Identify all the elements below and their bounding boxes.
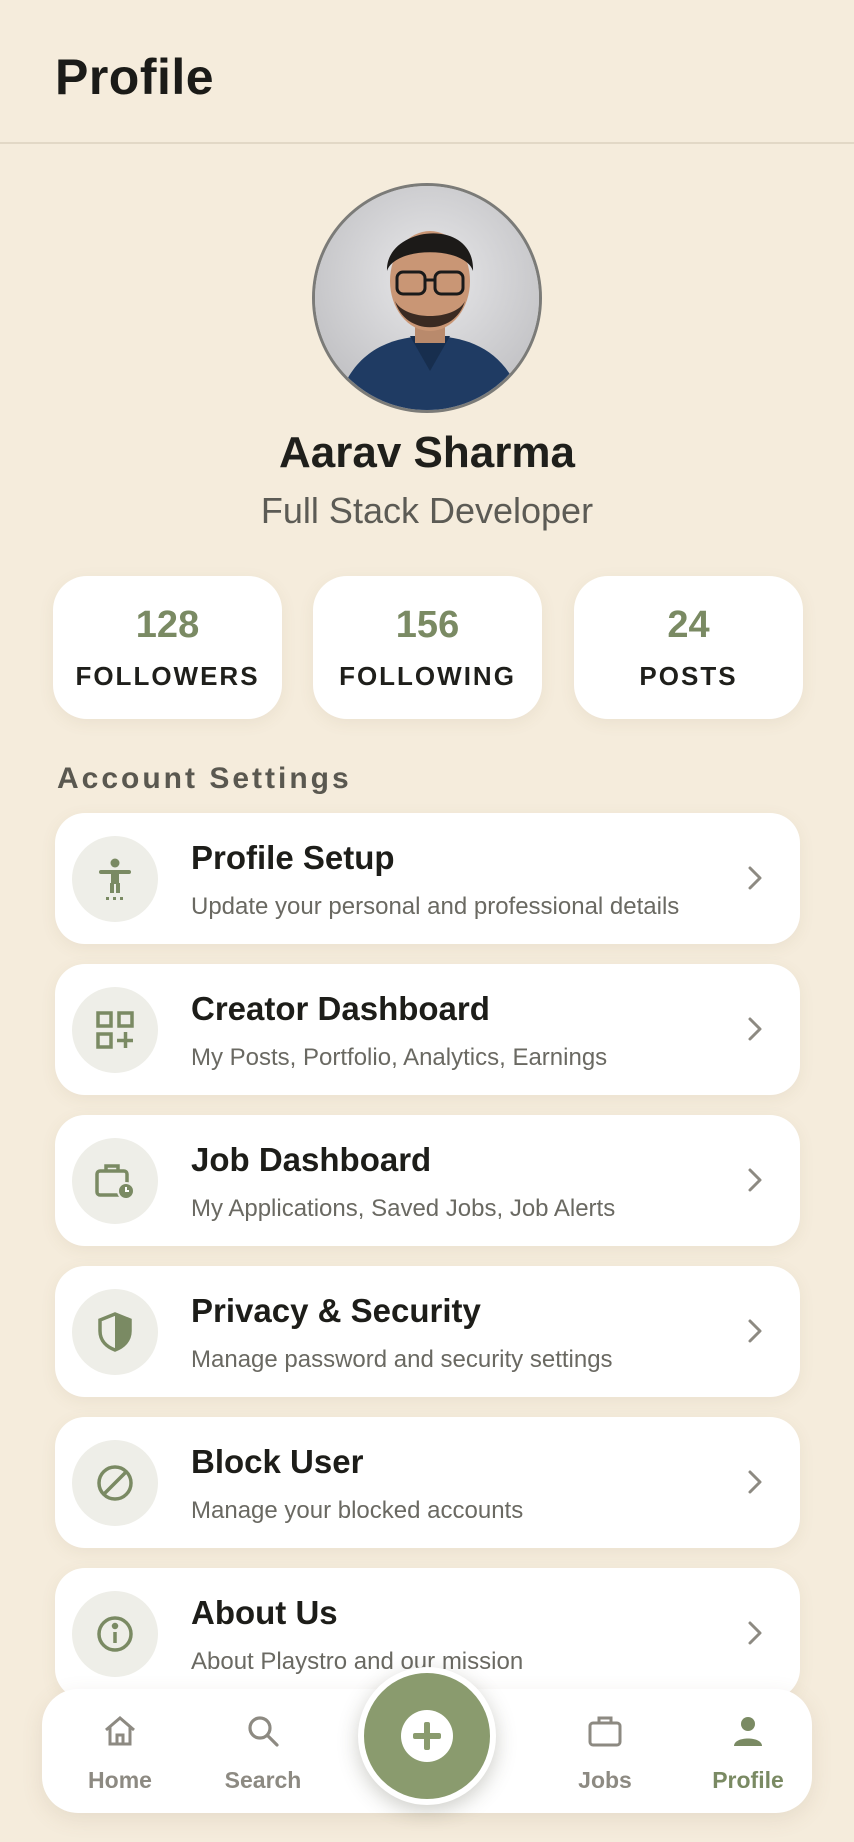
nav-item-home[interactable]: Home xyxy=(55,1689,185,1813)
settings-item-subtitle: My Posts, Portfolio, Analytics, Earnings xyxy=(191,1044,608,1071)
settings-item-subtitle: About Playstro and our mission xyxy=(191,1648,524,1675)
briefcase-clock-icon xyxy=(72,1138,158,1224)
app-header: Profile xyxy=(0,0,854,144)
block-icon xyxy=(72,1440,158,1526)
nav-label: Home xyxy=(88,1767,152,1793)
settings-item-privacy-security[interactable]: Privacy & Security Manage password and s… xyxy=(55,1266,800,1397)
settings-item-subtitle: Manage your blocked accounts xyxy=(191,1497,524,1524)
home-icon xyxy=(105,1716,135,1746)
chevron-right-icon xyxy=(748,1017,762,1041)
settings-item-title: Privacy & Security xyxy=(191,1292,481,1329)
nav-label: Search xyxy=(224,1767,302,1793)
settings-item-profile-setup[interactable]: Profile Setup Update your personal and p… xyxy=(55,813,800,944)
shield-icon xyxy=(72,1289,158,1375)
settings-item-title: Profile Setup xyxy=(191,839,395,876)
chevron-right-icon xyxy=(748,866,762,890)
chevron-right-icon xyxy=(748,1621,762,1645)
plus-icon xyxy=(401,1710,453,1762)
nav-label: Profile xyxy=(712,1767,784,1793)
briefcase-icon xyxy=(588,1716,622,1747)
followers-label: FOLLOWERS xyxy=(75,661,260,691)
nav-item-jobs[interactable]: Jobs xyxy=(540,1689,670,1813)
posts-stat[interactable]: 24 POSTS xyxy=(574,576,803,719)
following-stat[interactable]: 156 FOLLOWING xyxy=(313,576,542,719)
settings-item-creator-dashboard[interactable]: Creator Dashboard My Posts, Portfolio, A… xyxy=(55,964,800,1095)
settings-item-title: Job Dashboard xyxy=(191,1141,432,1178)
settings-item-title: Creator Dashboard xyxy=(191,990,490,1027)
profile-role: Full Stack Developer xyxy=(260,490,594,531)
settings-item-block-user[interactable]: Block User Manage your blocked accounts xyxy=(55,1417,800,1548)
settings-item-title: About Us xyxy=(191,1594,338,1631)
settings-item-subtitle: Manage password and security settings xyxy=(191,1346,613,1373)
followers-count: 128 xyxy=(135,604,200,646)
search-icon xyxy=(248,1716,279,1747)
chevron-right-icon xyxy=(748,1470,762,1494)
info-icon xyxy=(72,1591,158,1677)
profile-name: Aarav Sharma xyxy=(279,428,575,477)
avatar[interactable] xyxy=(312,183,542,413)
person-icon xyxy=(734,1717,762,1746)
nav-item-search[interactable]: Search xyxy=(198,1689,328,1813)
settings-item-subtitle: Update your personal and professional de… xyxy=(191,893,680,920)
dashboard-grid-icon xyxy=(72,987,158,1073)
chevron-right-icon xyxy=(748,1168,762,1192)
settings-item-subtitle: My Applications, Saved Jobs, Job Alerts xyxy=(191,1195,616,1222)
posts-count: 24 xyxy=(667,604,710,646)
chevron-right-icon xyxy=(748,1319,762,1343)
settings-item-title: Block User xyxy=(191,1443,364,1480)
followers-stat[interactable]: 128 FOLLOWERS xyxy=(53,576,282,719)
page-title: Profile xyxy=(55,49,215,105)
following-count: 156 xyxy=(395,604,460,646)
person-setup-icon xyxy=(72,836,158,922)
settings-item-job-dashboard[interactable]: Job Dashboard My Applications, Saved Job… xyxy=(55,1115,800,1246)
following-label: FOLLOWING xyxy=(339,661,516,691)
section-title-account-settings: Account Settings xyxy=(57,762,352,795)
posts-label: POSTS xyxy=(639,661,738,691)
create-post-button[interactable] xyxy=(358,1667,496,1805)
nav-item-profile[interactable]: Profile xyxy=(683,1689,813,1813)
nav-label: Jobs xyxy=(578,1767,632,1793)
